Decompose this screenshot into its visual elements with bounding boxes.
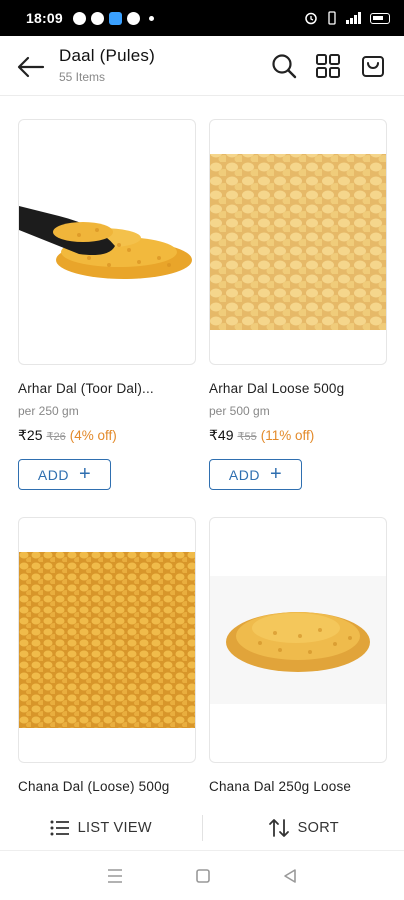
product-unit: per 250 gm: [18, 404, 79, 418]
shopping-bag-icon: [362, 56, 384, 77]
product-card[interactable]: Arhar Dal (Toor Dal)... per 250 gm ₹25 ₹…: [18, 119, 196, 490]
status-time: 18:09: [26, 10, 63, 26]
bottom-action-bar: LIST VIEW SORT: [0, 806, 404, 850]
app-notification-icon: [108, 11, 122, 25]
sort-button[interactable]: SORT: [203, 818, 404, 838]
home-icon[interactable]: [195, 868, 211, 884]
product-image[interactable]: [18, 119, 196, 365]
discount-label: (11% off): [260, 428, 315, 443]
back-arrow-icon: [17, 56, 45, 78]
system-icons: [304, 11, 390, 25]
search-button[interactable]: [270, 52, 298, 80]
chana-dal-pile-image: [210, 576, 386, 704]
add-button-label: ADD: [37, 466, 69, 483]
list-view-button[interactable]: LIST VIEW: [0, 819, 202, 837]
status-bar: 18:09: [0, 0, 404, 36]
vibrate-icon: [328, 11, 336, 25]
app-notification-icon: [126, 11, 140, 25]
system-nav-bar: [0, 850, 404, 900]
app-notification-icon: [90, 11, 104, 25]
product-grid: Arhar Dal (Toor Dal)... per 250 gm ₹25 ₹…: [0, 96, 404, 806]
add-button-label: ADD: [228, 466, 260, 483]
sort-label: SORT: [297, 820, 339, 836]
more-notifications-icon: [148, 15, 154, 21]
product-image[interactable]: [209, 119, 387, 365]
back-triangle-icon[interactable]: [282, 868, 298, 884]
notification-icons: [72, 11, 154, 25]
grid-icon: [316, 54, 340, 78]
product-name[interactable]: Chana Dal 250g Loose: [209, 779, 387, 794]
price-row: ₹25 ₹26 (4% off): [18, 427, 196, 444]
alarm-icon: [305, 12, 317, 25]
product-image[interactable]: [209, 517, 387, 763]
page-title: Daal (Pules): [59, 46, 155, 65]
product-name[interactable]: Arhar Dal (Toor Dal)...: [18, 381, 196, 396]
product-card[interactable]: Chana Dal (Loose) 500g: [18, 517, 196, 794]
cart-button[interactable]: [359, 52, 387, 80]
toor-dal-scoop-image: [19, 206, 192, 279]
item-count: 55 Items: [59, 70, 106, 84]
chana-dal-closeup-image: [19, 552, 195, 728]
menu-icon[interactable]: [106, 868, 124, 884]
product-unit: per 500 gm: [209, 404, 270, 418]
plus-icon: +: [269, 462, 283, 485]
discount-label: (4% off): [69, 428, 117, 443]
title-block: Daal (Pules) 55 Items: [59, 46, 155, 84]
product-name[interactable]: Arhar Dal Loose 500g: [209, 381, 387, 396]
product-price: ₹25: [18, 427, 43, 443]
signal-icon: [346, 12, 361, 24]
app-header: Daal (Pules) 55 Items: [0, 36, 404, 96]
sort-icon: [268, 819, 289, 837]
app-notification-icon: [72, 11, 86, 25]
add-to-cart-button[interactable]: ADD +: [18, 459, 111, 490]
back-button[interactable]: [16, 52, 46, 82]
product-mrp: ₹26: [46, 431, 66, 443]
search-icon: [272, 54, 297, 79]
product-card[interactable]: Chana Dal 250g Loose: [209, 517, 387, 794]
list-view-label: LIST VIEW: [77, 820, 152, 836]
add-to-cart-button[interactable]: ADD +: [209, 459, 302, 490]
categories-button[interactable]: [314, 52, 342, 80]
product-name[interactable]: Chana Dal (Loose) 500g: [18, 779, 196, 794]
price-row: ₹49 ₹55 (11% off): [209, 427, 387, 444]
product-image[interactable]: [18, 517, 196, 763]
arhar-dal-closeup-image: [210, 154, 386, 330]
product-price: ₹49: [209, 427, 234, 443]
list-icon: [50, 820, 69, 836]
plus-icon: +: [78, 462, 92, 485]
product-card[interactable]: Arhar Dal Loose 500g per 500 gm ₹49 ₹55 …: [209, 119, 387, 490]
product-mrp: ₹55: [237, 431, 257, 443]
battery-icon: [370, 12, 390, 24]
